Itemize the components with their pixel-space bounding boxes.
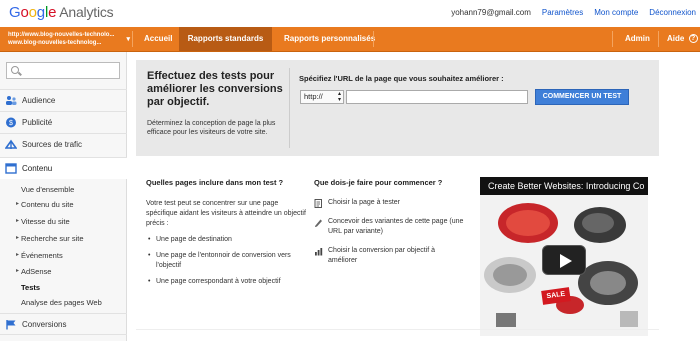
chevron-right-icon: ▸ — [16, 218, 20, 224]
sidebar-subitem-label: Vitesse du site — [21, 217, 70, 226]
logout-link[interactable]: Déconnexion — [649, 8, 696, 17]
chevron-right-icon: ▸ — [16, 268, 20, 274]
protocol-select[interactable]: http:// ▴ ▾ — [300, 90, 344, 104]
chevron-right-icon: ▸ — [16, 201, 20, 207]
play-button[interactable] — [542, 245, 586, 275]
sidebar-item-label: Audience — [22, 96, 56, 105]
logo-product: Analytics — [59, 4, 114, 20]
sidebar-subitem-label: AdSense — [21, 267, 52, 276]
search-icon — [11, 66, 19, 74]
step-item: Choisir la conversion par objectif à amé… — [314, 246, 464, 266]
sidebar-subitem-label: Événements — [21, 251, 63, 260]
step-text: Choisir la page à tester — [328, 199, 400, 206]
sidebar-subitem-site-search[interactable]: ▸ Recherche sur site — [0, 232, 127, 246]
getting-started-section: Que dois-je faire pour commencer ? Chois… — [314, 178, 464, 275]
sidebar-subitem-label: Analyse des pages Web — [21, 298, 102, 307]
people-icon — [6, 96, 17, 105]
sidebar-subitem-label: Recherche sur site — [21, 234, 84, 243]
which-pages-title: Quelles pages inclure dans mon test ? — [146, 178, 284, 187]
page-type-list: Une page de destination Une page de l'en… — [146, 235, 316, 287]
sidebar-subitem-label: Vue d'ensemble — [21, 185, 75, 194]
nav-home[interactable]: Accueil — [132, 27, 184, 51]
protocol-value: http:// — [304, 92, 323, 101]
nav-help-label: Aide — [667, 34, 685, 43]
sidebar-item-conversions[interactable]: Conversions — [0, 313, 127, 335]
sidebar-item-label: Sources de trafic — [22, 140, 83, 149]
chevron-down-icon: ▾ — [126, 36, 130, 43]
nav-admin[interactable]: Admin — [613, 27, 662, 51]
sidebar-item-advertising[interactable]: $ Publicité — [0, 111, 127, 133]
which-pages-section: Quelles pages inclure dans mon test ? Vo… — [146, 178, 316, 293]
sidebar-subitem-overview[interactable]: Vue d'ensemble — [0, 183, 127, 197]
main-content: Effectuez des tests pour améliorer les c… — [136, 60, 659, 341]
nav-standard-reports[interactable]: Rapports standards — [179, 27, 272, 51]
svg-text:$: $ — [9, 120, 13, 127]
sidebar-subitem-events[interactable]: ▸ Événements — [0, 249, 127, 263]
traffic-icon — [5, 139, 17, 149]
which-pages-text: Votre test peut se concentrer sur une pa… — [146, 200, 306, 227]
sidebar-item-traffic-sources[interactable]: Sources de trafic — [0, 133, 127, 155]
sidebar-item-label: Conversions — [22, 320, 67, 329]
panel-divider — [289, 68, 290, 148]
intro-video[interactable]: Create Better Websites: Introducing Co S… — [480, 177, 648, 336]
bar-chart-icon — [315, 248, 323, 256]
page-description: Déterminez la conception de page la plus… — [147, 120, 276, 136]
step-item: Concevoir des variantes de cette page (u… — [314, 217, 464, 237]
ads-icon: $ — [6, 117, 16, 128]
account-selector[interactable]: http://www.blog-nouvelles-technolo... ww… — [8, 31, 130, 47]
sidebar-subitem-in-page-analytics[interactable]: Analyse des pages Web — [0, 296, 127, 310]
account-line-2: www.blog-nouvelles-technolog... — [8, 40, 102, 46]
video-title: Create Better Websites: Introducing Co — [488, 181, 645, 191]
settings-link[interactable]: Paramètres — [542, 8, 583, 17]
pencil-icon — [315, 219, 322, 227]
getting-started-title: Que dois-je faire pour commencer ? — [314, 178, 443, 187]
flag-icon — [6, 320, 16, 330]
page-icon — [314, 199, 322, 208]
sidebar-subitem-site-speed[interactable]: ▸ Vitesse du site — [0, 215, 127, 229]
start-experiment-button[interactable]: COMMENCER UN TEST — [535, 89, 629, 105]
step-text: Concevoir des variantes de cette page (u… — [328, 218, 464, 235]
step-list: Choisir la page à tester Concevoir des v… — [314, 198, 464, 266]
sidebar-subitem-label: Tests — [21, 283, 41, 292]
help-icon: ? — [688, 34, 698, 44]
user-email: yohann79@gmail.com — [451, 8, 531, 17]
nav-divider — [373, 31, 374, 47]
footer-divider — [136, 329, 659, 330]
top-bar: Google Analytics yohann79@gmail.com Param… — [0, 0, 700, 27]
chevron-right-icon: ▸ — [16, 252, 20, 258]
sidebar-subitem-experiments[interactable]: Tests — [0, 281, 127, 295]
list-item: Une page correspondant à votre objectif — [146, 277, 311, 287]
google-analytics-logo[interactable]: Google Analytics — [9, 4, 114, 21]
sidebar-search-input[interactable] — [23, 64, 117, 77]
step-text: Choisir la conversion par objectif à amé… — [328, 247, 435, 264]
my-account-link[interactable]: Mon compte — [594, 8, 638, 17]
sidebar-item-label: Publicité — [22, 118, 53, 127]
sidebar-item-audience[interactable]: Audience — [0, 89, 127, 111]
experiment-setup-panel: Effectuez des tests pour améliorer les c… — [136, 60, 659, 156]
nav-help[interactable]: Aide ? — [659, 27, 698, 51]
nav-custom-reports[interactable]: Rapports personnalisés — [272, 27, 387, 51]
sidebar-subitem-label: Contenu du site — [21, 200, 74, 209]
list-item: Une page de l'entonnoir de conversion ve… — [146, 251, 311, 271]
list-item: Une page de destination — [146, 235, 311, 245]
select-arrows-icon: ▴ ▾ — [337, 91, 341, 103]
sidebar-subitem-site-content[interactable]: ▸ Contenu du site — [0, 198, 127, 212]
step-item: Choisir la page à tester — [314, 198, 464, 208]
url-input[interactable] — [346, 90, 528, 104]
main-nav: http://www.blog-nouvelles-technolo... ww… — [0, 27, 700, 52]
page-title: Effectuez des tests pour améliorer les c… — [147, 70, 283, 108]
sidebar: Audience $ Publicité Sources de trafic C… — [0, 52, 127, 341]
sidebar-item-content[interactable]: Contenu — [0, 157, 127, 179]
account-line-1: http://www.blog-nouvelles-technolo... — [8, 32, 115, 38]
top-links: yohann79@gmail.com Paramètres Mon compte… — [451, 8, 696, 17]
chevron-right-icon: ▸ — [16, 235, 20, 241]
content-icon — [5, 163, 17, 174]
sidebar-subitem-adsense[interactable]: ▸ AdSense — [0, 265, 127, 279]
sidebar-item-label: Contenu — [22, 164, 53, 173]
url-label: Spécifiez l'URL de la page que vous souh… — [299, 74, 504, 83]
sidebar-search[interactable] — [6, 62, 120, 79]
